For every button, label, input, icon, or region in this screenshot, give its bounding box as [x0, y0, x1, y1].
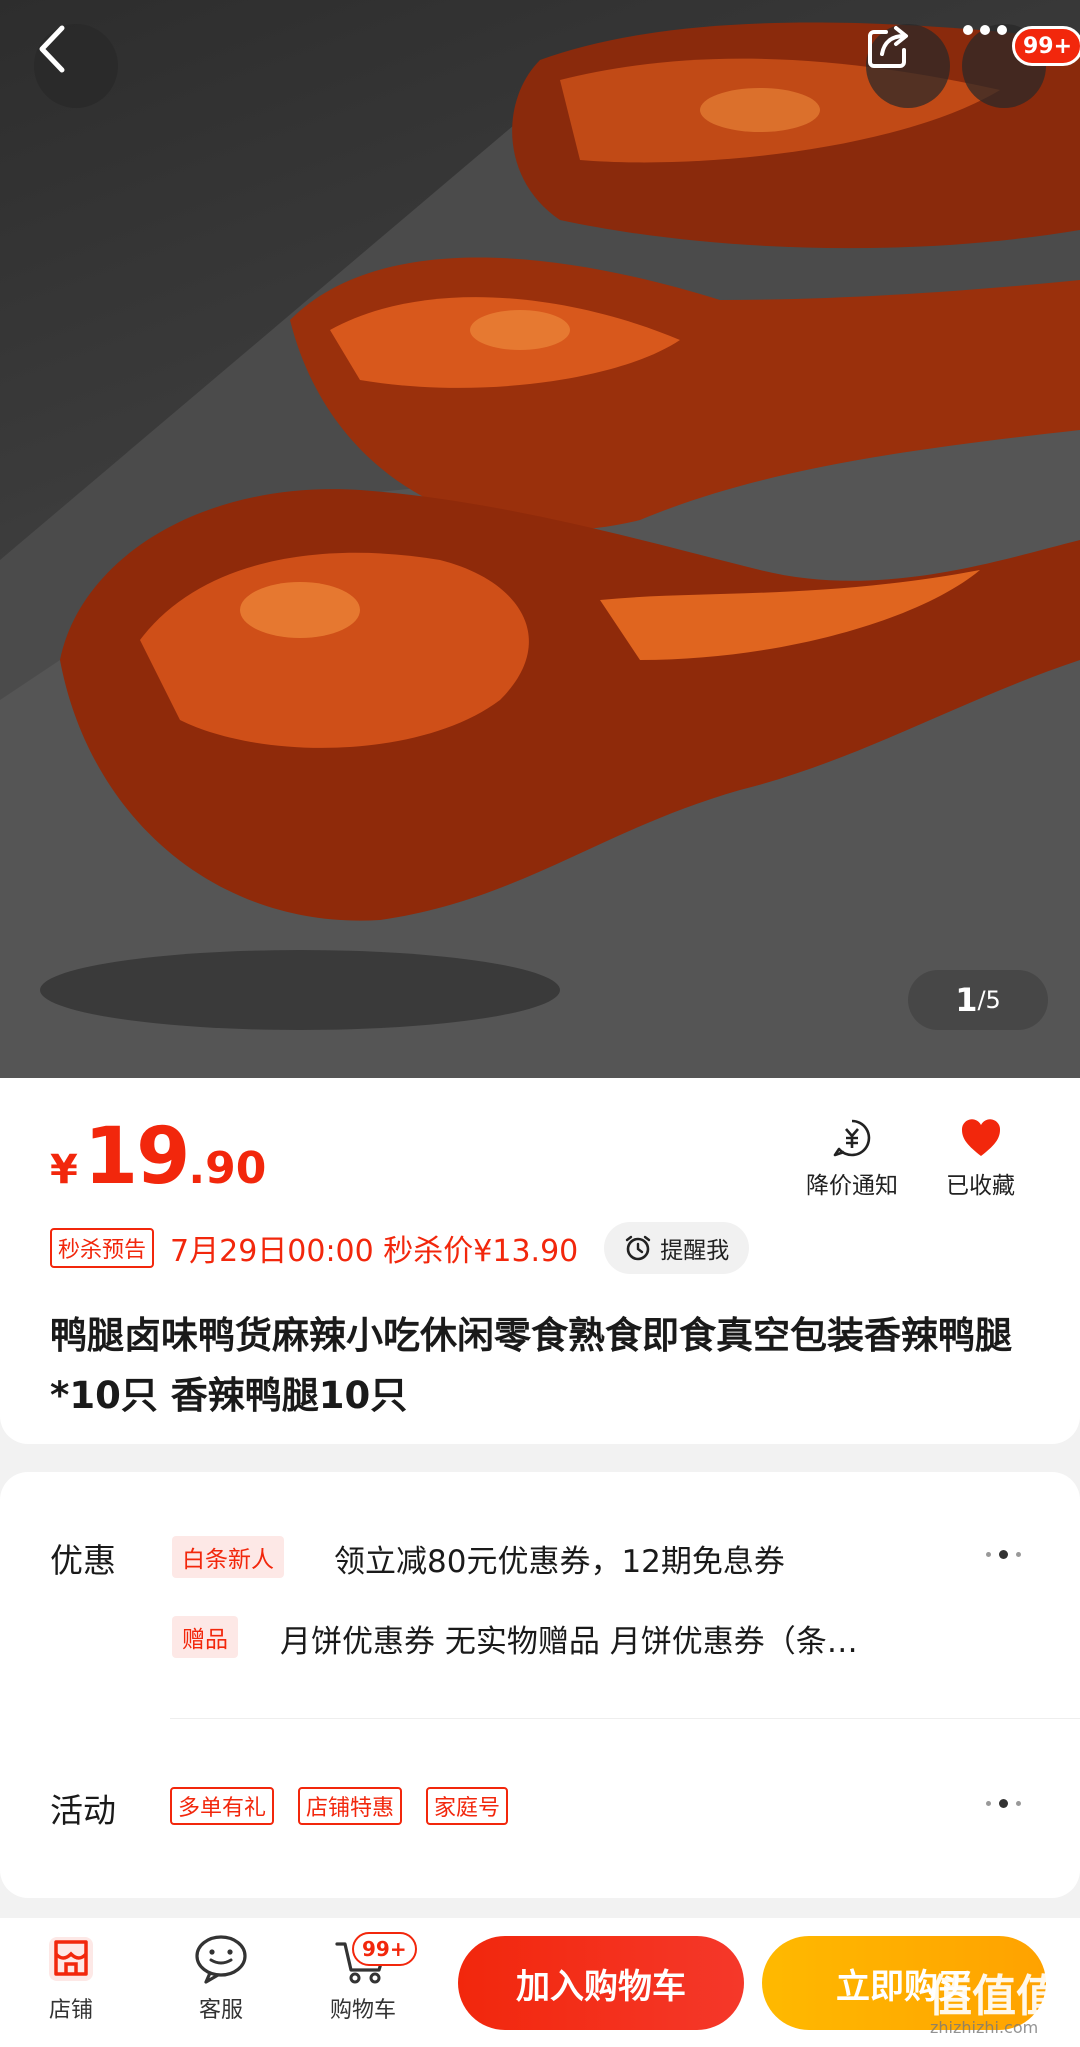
product-photo	[0, 22, 1080, 1078]
promotions-more-icon[interactable]	[986, 1550, 1021, 1559]
promo-divider	[170, 1718, 1080, 1719]
share-button[interactable]	[866, 24, 950, 108]
cart-count-badge: 99+	[352, 1932, 417, 1966]
store-button[interactable]: 店铺	[46, 1934, 96, 2024]
activity-tag-family[interactable]: 家庭号	[426, 1787, 509, 1825]
price-symbol: ¥	[50, 1147, 78, 1193]
product-title: 鸭腿卤味鸭货麻辣小吃休闲零食熟食即食真空包装香辣鸭腿*10只 香辣鸭腿10只	[50, 1314, 1012, 1417]
favorite-label: 已收藏	[946, 1173, 1015, 1199]
promo-tag-new-user: 白条新人	[172, 1536, 284, 1578]
remind-me-button[interactable]: 提醒我	[604, 1222, 750, 1274]
share-icon	[868, 26, 908, 68]
pager-total: /5	[977, 986, 1001, 1014]
watermark-logo: 值值值	[928, 1971, 1060, 2022]
activities-label: 活动	[50, 1791, 116, 1830]
back-arrow-icon	[39, 25, 65, 73]
remind-me-label: 提醒我	[660, 1238, 730, 1264]
promo-text-gift[interactable]: 月饼优惠券 无实物赠品 月饼优惠券（条…	[280, 1616, 858, 1661]
back-button[interactable]	[34, 24, 118, 108]
flash-sale-row: 秒杀预告 7月29日00:00 秒杀价¥13.90 提醒我	[50, 1222, 750, 1274]
promo-tag-gift: 赠品	[172, 1616, 238, 1658]
promo-text-coupon[interactable]: 领立减80元优惠券，12期免息券	[334, 1536, 785, 1581]
price-decimal: .90	[188, 1143, 267, 1194]
heart-icon	[961, 1119, 1000, 1156]
activity-tag-multi-order[interactable]: 多单有礼	[170, 1787, 275, 1825]
product-image-gallery[interactable]: 99+ 1 /5	[0, 0, 1080, 1078]
add-to-cart-button[interactable]: 加入购物车	[458, 1936, 744, 2030]
pager-current: 1	[955, 981, 978, 1019]
watermark-url: zhizhizhi.com	[930, 2018, 1039, 2037]
chat-icon	[195, 1935, 247, 1984]
price-alert-icon	[833, 1119, 871, 1157]
flash-sale-text: 7月29日00:00 秒杀价¥13.90	[170, 1234, 579, 1269]
product-price: ¥ 19 .90	[50, 1112, 266, 1202]
price-alert-label: 降价通知	[806, 1173, 898, 1199]
favorite-button[interactable]: 已收藏	[946, 1118, 1015, 1200]
store-icon	[49, 1937, 93, 1981]
price-integer: 19	[83, 1112, 191, 1202]
message-badge: 99+	[1012, 26, 1080, 66]
flash-sale-tag: 秒杀预告	[50, 1228, 155, 1268]
alarm-clock-icon	[626, 1235, 651, 1261]
activities-more-icon[interactable]	[986, 1799, 1021, 1808]
cart-label: 购物车	[330, 1998, 397, 2023]
price-alert-button[interactable]: 降价通知	[806, 1118, 898, 1200]
customer-service-label: 客服	[198, 1998, 243, 2023]
gallery-pager: 1 /5	[908, 970, 1048, 1030]
more-dots-icon	[963, 25, 1007, 35]
activity-tag-store-deal[interactable]: 店铺特惠	[298, 1787, 403, 1825]
customer-service-button[interactable]: 客服	[194, 1934, 248, 2024]
store-label: 店铺	[48, 1998, 93, 2023]
promotions-label: 优惠	[50, 1541, 116, 1580]
